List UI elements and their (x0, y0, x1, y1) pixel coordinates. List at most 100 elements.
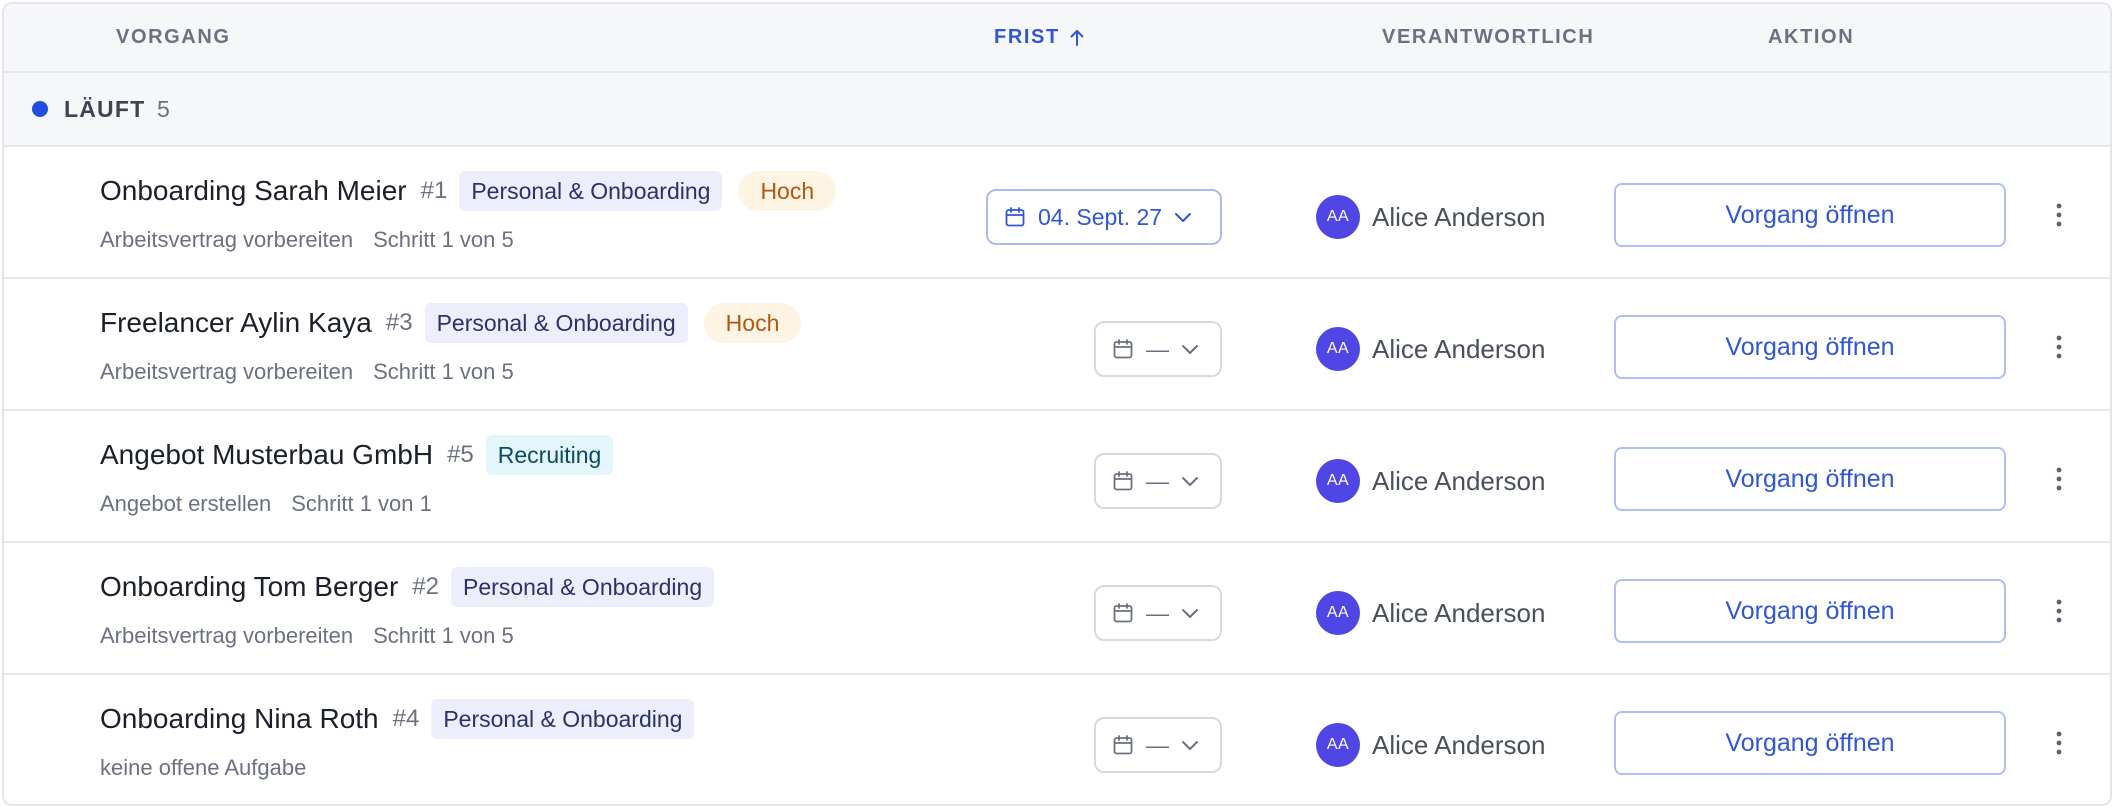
category-tag: Personal & Onboarding (424, 303, 688, 343)
step-progress: Schritt 1 von 1 (291, 491, 432, 516)
column-header-frist[interactable]: FRIST (994, 4, 1086, 71)
chevron-down-icon (1181, 607, 1199, 619)
arrow-up-icon (1068, 28, 1086, 48)
assignee[interactable]: AA Alice Anderson (1316, 723, 1545, 767)
chevron-down-icon (1181, 343, 1199, 355)
assignee[interactable]: AA Alice Anderson (1316, 591, 1545, 635)
assignee-name: Alice Anderson (1372, 201, 1546, 232)
assignee-name: Alice Anderson (1372, 465, 1546, 496)
table-row[interactable]: Onboarding Tom Berger #2 Personal & Onbo… (4, 543, 2110, 675)
current-step: Arbeitsvertrag vorbereiten (100, 359, 354, 384)
current-step: keine offene Aufgabe (100, 755, 307, 780)
avatar: AA (1316, 327, 1360, 371)
row-title[interactable]: Onboarding Sarah Meier (100, 175, 407, 207)
row-title[interactable]: Onboarding Tom Berger (100, 571, 398, 603)
row-title[interactable]: Angebot Musterbau GmbH (100, 439, 433, 471)
chevron-down-icon (1181, 475, 1199, 487)
column-label: VORGANG (116, 26, 231, 48)
due-date-picker[interactable]: — (1094, 453, 1222, 509)
due-date-picker[interactable]: — (1094, 717, 1222, 773)
column-label: VERANTWORTLICH (1382, 26, 1595, 48)
step-progress: Schritt 1 von 5 (373, 623, 514, 648)
due-date-value: 04. Sept. 27 (1038, 203, 1163, 230)
table-row[interactable]: Freelancer Aylin Kaya #3 Personal & Onbo… (4, 279, 2110, 411)
open-task-button[interactable]: Vorgang öffnen (1614, 579, 2006, 643)
step-progress: Schritt 1 von 5 (373, 359, 514, 384)
due-date-value: — (1146, 599, 1169, 626)
column-label: FRIST (994, 26, 1060, 48)
row-title[interactable]: Freelancer Aylin Kaya (100, 307, 372, 339)
open-task-button[interactable]: Vorgang öffnen (1614, 183, 2006, 247)
row-number: #5 (447, 441, 474, 468)
more-options-icon[interactable] (2044, 593, 2074, 629)
avatar: AA (1316, 723, 1360, 767)
row-subtitle: Angebot erstellen Schritt 1 von 1 (100, 491, 432, 517)
avatar: AA (1316, 195, 1360, 239)
due-date-value: — (1146, 335, 1169, 362)
group-count: 5 (157, 95, 170, 122)
calendar-icon (1004, 206, 1026, 228)
assignee-name: Alice Anderson (1372, 729, 1546, 760)
category-tag: Recruiting (485, 435, 614, 475)
status-dot (32, 101, 48, 117)
assignee-name: Alice Anderson (1372, 597, 1546, 628)
calendar-icon (1112, 734, 1134, 756)
current-step: Arbeitsvertrag vorbereiten (100, 623, 354, 648)
row-subtitle: Arbeitsvertrag vorbereiten Schritt 1 von… (100, 623, 514, 649)
calendar-icon (1112, 470, 1134, 492)
avatar: AA (1316, 591, 1360, 635)
due-date-value: — (1146, 731, 1169, 758)
row-title-line: Freelancer Aylin Kaya #3 Personal & Onbo… (100, 301, 802, 345)
current-step: Arbeitsvertrag vorbereiten (100, 227, 354, 252)
table-row[interactable]: Onboarding Sarah Meier #1 Personal & Onb… (4, 147, 2110, 279)
chevron-down-icon (1174, 211, 1192, 223)
due-date-picker[interactable]: 04. Sept. 27 (986, 189, 1222, 245)
priority-badge: Hoch (703, 303, 802, 343)
category-tag: Personal & Onboarding (451, 567, 715, 607)
assignee[interactable]: AA Alice Anderson (1316, 459, 1545, 503)
chevron-down-icon (1181, 739, 1199, 751)
group-header-laeuft[interactable]: LÄUFT 5 (4, 73, 2110, 147)
more-options-icon[interactable] (2044, 461, 2074, 497)
current-step: Angebot erstellen (100, 491, 272, 516)
row-subtitle: keine offene Aufgabe (100, 755, 306, 781)
assignee[interactable]: AA Alice Anderson (1316, 327, 1545, 371)
row-title-line: Onboarding Tom Berger #2 Personal & Onbo… (100, 565, 715, 609)
avatar: AA (1316, 459, 1360, 503)
open-task-button[interactable]: Vorgang öffnen (1614, 447, 2006, 511)
calendar-icon (1112, 338, 1134, 360)
row-subtitle: Arbeitsvertrag vorbereiten Schritt 1 von… (100, 359, 514, 385)
row-title-line: Angebot Musterbau GmbH #5 Recruiting (100, 433, 614, 477)
open-task-button[interactable]: Vorgang öffnen (1614, 711, 2006, 775)
open-task-button[interactable]: Vorgang öffnen (1614, 315, 2006, 379)
row-title-line: Onboarding Nina Roth #4 Personal & Onboa… (100, 697, 695, 741)
row-number: #1 (420, 177, 448, 204)
column-header-verantwortlich[interactable]: VERANTWORTLICH (1382, 4, 1594, 71)
table-header: VORGANG FRIST VERANTWORTLICH AKTION (4, 4, 2110, 73)
due-date-picker[interactable]: — (1094, 321, 1222, 377)
more-options-icon[interactable] (2044, 197, 2074, 233)
calendar-icon (1112, 602, 1134, 624)
more-options-icon[interactable] (2044, 329, 2074, 365)
category-tag: Personal & Onboarding (459, 171, 723, 211)
row-title-line: Onboarding Sarah Meier #1 Personal & Onb… (100, 169, 837, 213)
row-number: #2 (412, 573, 440, 600)
column-header-aktion: AKTION (1768, 4, 1854, 71)
row-number: #3 (385, 309, 413, 336)
priority-badge: Hoch (738, 171, 837, 211)
table-row[interactable]: Angebot Musterbau GmbH #5 Recruiting Ang… (4, 411, 2110, 543)
assignee[interactable]: AA Alice Anderson (1316, 195, 1545, 239)
row-subtitle: Arbeitsvertrag vorbereiten Schritt 1 von… (100, 227, 514, 253)
column-label: AKTION (1768, 26, 1855, 48)
due-date-picker[interactable]: — (1094, 585, 1222, 641)
step-progress: Schritt 1 von 5 (373, 227, 514, 252)
category-tag: Personal & Onboarding (431, 699, 695, 739)
group-label: LÄUFT (64, 95, 146, 122)
more-options-icon[interactable] (2044, 725, 2074, 761)
column-header-vorgang[interactable]: VORGANG (116, 4, 231, 71)
table-row[interactable]: Onboarding Nina Roth #4 Personal & Onboa… (4, 675, 2110, 804)
row-number: #4 (392, 705, 420, 732)
task-table: VORGANG FRIST VERANTWORTLICH AKTION LÄUF… (2, 2, 2112, 806)
assignee-name: Alice Anderson (1372, 333, 1546, 364)
row-title[interactable]: Onboarding Nina Roth (100, 703, 379, 735)
